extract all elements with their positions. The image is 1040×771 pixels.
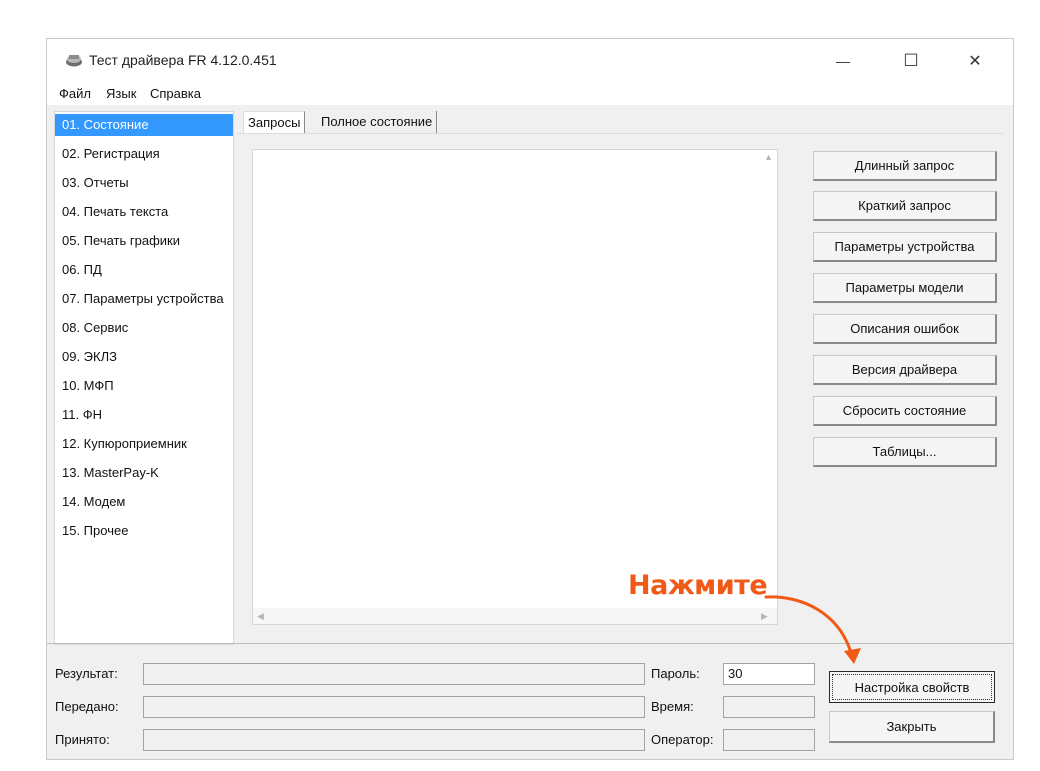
horizontal-scrollbar[interactable]: ◀ ▶ (253, 608, 777, 624)
annotation-text: Нажмите (628, 570, 768, 601)
time-label: Время: (651, 699, 694, 714)
app-icon (66, 55, 82, 67)
section-list: 01. Состояние 02. Регистрация 03. Отчеты… (54, 111, 234, 645)
short-request-button[interactable]: Краткий запрос (813, 191, 997, 221)
nav-item-masterpay[interactable]: 13. MasterPay-K (55, 462, 233, 484)
result-label: Результат: (55, 666, 118, 681)
menu-file[interactable]: Файл (59, 86, 91, 101)
long-request-button[interactable]: Длинный запрос (813, 151, 997, 181)
menu-language[interactable]: Язык (106, 86, 136, 101)
error-descriptions-button[interactable]: Описания ошибок (813, 314, 997, 344)
device-params-button[interactable]: Параметры устройства (813, 232, 997, 262)
reset-state-button[interactable]: Сбросить состояние (813, 396, 997, 426)
nav-item-service[interactable]: 08. Сервис (55, 317, 233, 339)
password-label: Пароль: (651, 666, 700, 681)
nav-item-other[interactable]: 15. Прочее (55, 520, 233, 542)
title-bar: Тест драйвера FR 4.12.0.451 — ☐ ✕ (47, 39, 1013, 83)
close-button[interactable]: Закрыть (829, 711, 995, 743)
result-field (143, 663, 645, 685)
nav-item-pd[interactable]: 06. ПД (55, 259, 233, 281)
tables-button[interactable]: Таблицы... (813, 437, 997, 467)
sent-field (143, 696, 645, 718)
maximize-button[interactable]: ☐ (889, 45, 933, 77)
received-field (143, 729, 645, 751)
password-field[interactable]: 30 (723, 663, 815, 685)
maximize-icon: ☐ (903, 51, 919, 70)
nav-item-device-params[interactable]: 07. Параметры устройства (55, 288, 233, 310)
output-text-area[interactable]: ▲ ◀ ▶ (252, 149, 778, 625)
tab-full-state[interactable]: Полное состояние (317, 111, 438, 133)
scroll-up-icon[interactable]: ▲ (764, 152, 773, 162)
close-icon: ✕ (968, 53, 982, 70)
divider (47, 643, 1013, 644)
tab-requests[interactable]: Запросы (243, 111, 306, 134)
menu-bar: Файл Язык Справка (47, 83, 1013, 105)
sent-label: Передано: (55, 699, 119, 714)
scroll-right-icon[interactable]: ▶ (761, 611, 768, 622)
window-title: Тест драйвера FR 4.12.0.451 (89, 52, 277, 68)
received-label: Принято: (55, 732, 110, 747)
operator-label: Оператор: (651, 732, 714, 747)
minimize-icon: — (836, 53, 850, 69)
time-field (723, 696, 815, 718)
close-window-button[interactable]: ✕ (953, 45, 997, 77)
app-window: Тест драйвера FR 4.12.0.451 — ☐ ✕ Файл Я… (46, 38, 1014, 760)
minimize-button[interactable]: — (821, 45, 865, 77)
nav-item-eklz[interactable]: 09. ЭКЛЗ (55, 346, 233, 368)
nav-item-print-graphics[interactable]: 05. Печать графики (55, 230, 233, 252)
model-params-button[interactable]: Параметры модели (813, 273, 997, 303)
nav-item-fn[interactable]: 11. ФН (55, 404, 233, 426)
scroll-left-icon[interactable]: ◀ (257, 611, 264, 622)
menu-help[interactable]: Справка (150, 86, 201, 101)
operator-field (723, 729, 815, 751)
nav-item-mfp[interactable]: 10. МФП (55, 375, 233, 397)
settings-button[interactable]: Настройка свойств (829, 671, 995, 703)
driver-version-button[interactable]: Версия драйвера (813, 355, 997, 385)
nav-item-registration[interactable]: 02. Регистрация (55, 143, 233, 165)
nav-item-reports[interactable]: 03. Отчеты (55, 172, 233, 194)
nav-item-print-text[interactable]: 04. Печать текста (55, 201, 233, 223)
nav-item-modem[interactable]: 14. Модем (55, 491, 233, 513)
nav-item-status[interactable]: 01. Состояние (55, 114, 233, 136)
nav-item-bill-acceptor[interactable]: 12. Купюроприемник (55, 433, 233, 455)
